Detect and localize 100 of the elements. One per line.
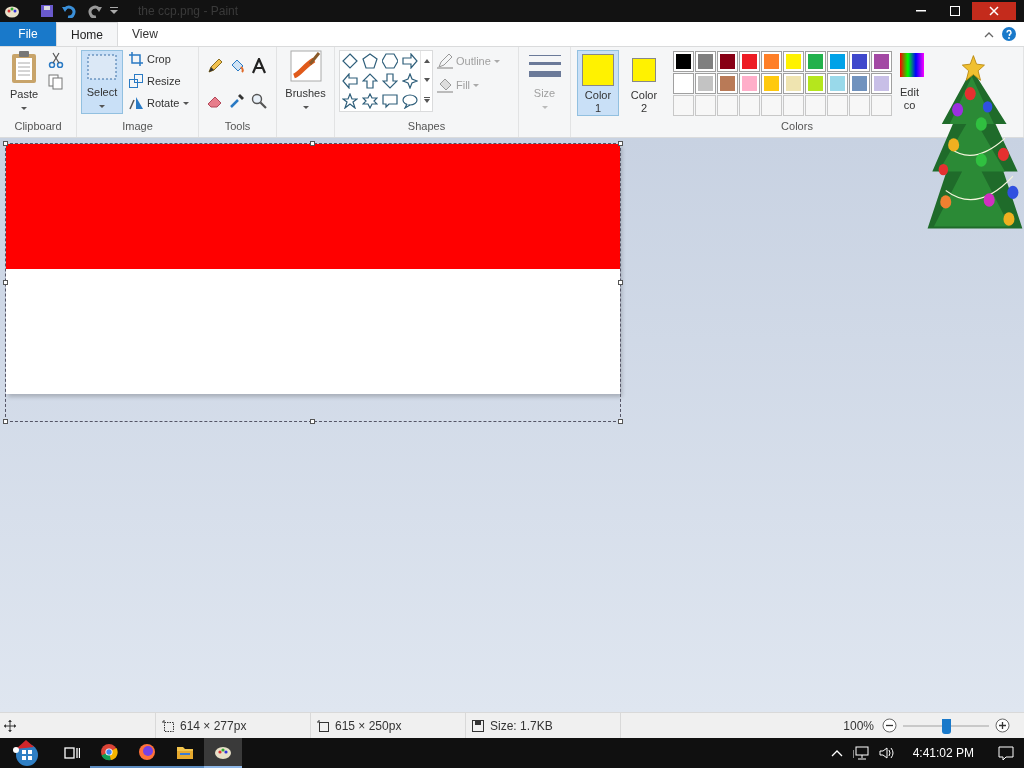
ribbon-tab[interactable]: Home: [56, 22, 118, 46]
color-slot-button[interactable]: Color 1: [577, 50, 619, 116]
copy-icon[interactable]: [48, 74, 64, 90]
redo-icon[interactable]: [86, 4, 102, 18]
palette-color[interactable]: [673, 51, 694, 72]
speech-bubble-icon[interactable]: [382, 93, 398, 109]
palette-color[interactable]: [871, 73, 892, 94]
resize-handle[interactable]: [618, 141, 623, 146]
notifications-icon[interactable]: [998, 745, 1014, 761]
paste-button[interactable]: Paste: [4, 50, 44, 119]
customize-caret-icon[interactable]: [110, 7, 118, 15]
resize-handle[interactable]: [618, 419, 623, 424]
palette-color[interactable]: [871, 51, 892, 72]
show-hidden-icons-icon[interactable]: [830, 749, 843, 757]
paint-bucket-icon[interactable]: [229, 58, 245, 74]
clipboard-icon: [10, 50, 38, 84]
zoom-slider-thumb[interactable]: [941, 718, 951, 734]
palette-color[interactable]: [783, 73, 804, 94]
palette-color[interactable]: [827, 73, 848, 94]
text-tool-icon[interactable]: [251, 58, 267, 74]
network-icon[interactable]: [852, 746, 869, 760]
palette-color[interactable]: [673, 73, 694, 94]
color-slot-button[interactable]: Color 2: [623, 50, 665, 116]
palette-color[interactable]: [761, 73, 782, 94]
four-point-star-icon[interactable]: [402, 73, 418, 89]
maximize-icon: [950, 6, 960, 16]
file-size-text: Size: 1.7KB: [490, 717, 553, 735]
edit-colors-button[interactable]: Edit co: [896, 50, 924, 119]
clock[interactable]: 4:41:02 PM: [912, 744, 974, 762]
resize-handle[interactable]: [310, 141, 315, 146]
five-point-star-icon[interactable]: [342, 93, 358, 109]
image-size-icon: [317, 719, 329, 732]
volume-icon[interactable]: [878, 746, 895, 760]
undo-icon[interactable]: [62, 4, 78, 18]
color-picker-icon[interactable]: [229, 92, 245, 109]
resize-handle[interactable]: [618, 280, 623, 285]
caret-icon: [183, 101, 190, 105]
resize-handle[interactable]: [310, 419, 315, 424]
brushes-button[interactable]: Brushes: [281, 50, 330, 119]
palette-color[interactable]: [739, 51, 760, 72]
pentagon-icon[interactable]: [362, 53, 378, 69]
palette-color[interactable]: [805, 51, 826, 72]
zoom-slider[interactable]: [903, 717, 989, 734]
palette-color[interactable]: [805, 73, 826, 94]
rotate-button[interactable]: Rotate: [129, 94, 190, 112]
palette-color[interactable]: [739, 73, 760, 94]
taskbar-app-button[interactable]: [204, 738, 242, 768]
scroll-down-icon[interactable]: [423, 78, 430, 82]
left-arrow-icon[interactable]: [342, 73, 358, 89]
crop-button[interactable]: Crop: [129, 50, 190, 68]
group-label: Shapes: [406, 119, 447, 134]
palette-color[interactable]: [849, 51, 870, 72]
selection-size-text: 614 × 277px: [180, 717, 247, 735]
palette-color[interactable]: [849, 73, 870, 94]
help-icon[interactable]: [1002, 27, 1016, 41]
pencil-icon[interactable]: [207, 58, 223, 74]
diamond-icon[interactable]: [342, 53, 358, 69]
collapse-ribbon-icon[interactable]: [984, 30, 994, 38]
paint-palette-icon[interactable]: [4, 4, 20, 18]
scroll-up-icon[interactable]: [423, 58, 430, 63]
oval-callout-icon[interactable]: [402, 93, 418, 109]
up-arrow-icon[interactable]: [362, 73, 378, 89]
rotate-icon: [129, 96, 143, 110]
line-widths-icon: [528, 53, 561, 79]
palette-color[interactable]: [827, 51, 848, 72]
resize-handle[interactable]: [3, 141, 8, 146]
scissors-icon[interactable]: [48, 52, 64, 68]
six-point-star-icon[interactable]: [362, 93, 378, 109]
caret-icon: [302, 105, 309, 109]
group-label: Image: [121, 119, 154, 134]
ribbon-tab[interactable]: File: [0, 22, 56, 46]
palette-color[interactable]: [783, 51, 804, 72]
ribbon-tab[interactable]: View: [118, 22, 172, 46]
palette-color[interactable]: [717, 73, 738, 94]
save-icon[interactable]: [40, 4, 54, 18]
brush-icon: [289, 50, 322, 82]
resize-handle[interactable]: [3, 280, 8, 285]
down-arrow-icon[interactable]: [382, 73, 398, 89]
resize-button[interactable]: Resize: [129, 72, 190, 90]
resize-handle[interactable]: [3, 419, 8, 424]
zoom-out-button[interactable]: [882, 718, 897, 733]
palette-color[interactable]: [695, 51, 716, 72]
zoom-out-icon: [882, 718, 897, 733]
selection-rectangle-icon: [86, 53, 118, 81]
palette-color[interactable]: [761, 51, 782, 72]
palette-color[interactable]: [717, 51, 738, 72]
caret-icon: [21, 106, 27, 110]
right-arrow-icon[interactable]: [402, 53, 418, 69]
group-label: Clipboard: [13, 119, 63, 134]
expand-gallery-icon[interactable]: [423, 97, 430, 104]
hexagon-icon[interactable]: [382, 53, 398, 69]
minimize-icon: [916, 10, 926, 12]
group-label: Tools: [223, 119, 252, 134]
group-label: Colors: [780, 119, 814, 134]
magnifier-icon[interactable]: [251, 92, 267, 109]
select-button[interactable]: Select: [81, 50, 123, 114]
palette-color[interactable]: [695, 73, 716, 94]
image-size-text: 615 × 250px: [335, 717, 402, 735]
color-spectrum-icon: [900, 53, 924, 77]
zoom-in-button[interactable]: [995, 718, 1010, 733]
